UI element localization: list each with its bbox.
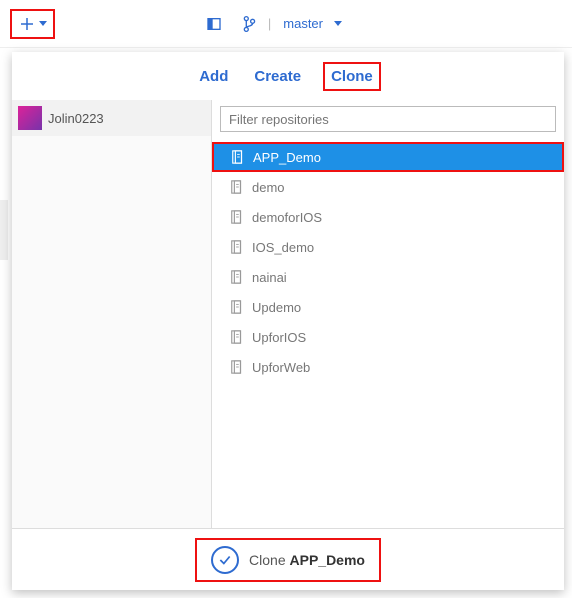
repos-column: APP_Demo demo demoforIOS IOS_demo nainai… — [212, 100, 564, 528]
repo-name: UpforWeb — [252, 360, 310, 375]
repo-name: demoforIOS — [252, 210, 322, 225]
repo-icon — [230, 210, 244, 224]
clone-confirm-label: Clone APP_Demo — [249, 552, 365, 568]
repo-icon — [230, 330, 244, 344]
branch-selector[interactable]: | master — [242, 15, 342, 33]
repo-name: demo — [252, 180, 285, 195]
repo-item[interactable]: IOS_demo — [212, 232, 564, 262]
repo-item[interactable]: UpforIOS — [212, 322, 564, 352]
separator: | — [268, 16, 271, 31]
repo-icon — [230, 300, 244, 314]
tab-clone[interactable]: Clone — [323, 62, 381, 91]
repo-icon — [230, 180, 244, 194]
check-circle-icon — [211, 546, 239, 574]
clone-dropdown-panel: Add Create Clone Jolin0223 APP_Demo demo… — [12, 52, 564, 590]
repo-name: nainai — [252, 270, 287, 285]
repo-name: UpforIOS — [252, 330, 306, 345]
top-toolbar: | master — [0, 0, 572, 48]
owner-item[interactable]: Jolin0223 — [12, 100, 211, 136]
background-strip — [0, 200, 8, 260]
repo-item[interactable]: demo — [212, 172, 564, 202]
owner-name: Jolin0223 — [48, 111, 104, 126]
panel-toggle-icon[interactable] — [206, 16, 222, 32]
repo-item[interactable]: UpforWeb — [212, 352, 564, 382]
repo-name: Updemo — [252, 300, 301, 315]
panel-footer: Clone APP_Demo — [12, 528, 564, 590]
tabs-row: Add Create Clone — [12, 52, 564, 100]
tab-create[interactable]: Create — [250, 62, 305, 91]
new-repo-dropdown-button[interactable] — [10, 9, 55, 39]
branch-icon — [242, 15, 256, 33]
avatar — [18, 106, 42, 130]
repo-name: IOS_demo — [252, 240, 314, 255]
repo-item[interactable]: nainai — [212, 262, 564, 292]
caret-down-icon — [334, 21, 342, 26]
repo-list: APP_Demo demo demoforIOS IOS_demo nainai… — [212, 136, 564, 528]
repo-item[interactable]: APP_Demo — [212, 142, 564, 172]
repo-icon — [230, 360, 244, 374]
repo-name: APP_Demo — [253, 150, 321, 165]
repo-item[interactable]: Updemo — [212, 292, 564, 322]
clone-confirm-button[interactable]: Clone APP_Demo — [195, 538, 381, 582]
panel-body: Jolin0223 APP_Demo demo demoforIOS IOS_d… — [12, 100, 564, 528]
repo-icon — [230, 240, 244, 254]
caret-down-icon — [39, 21, 47, 26]
branch-name: master — [283, 16, 323, 31]
repo-icon — [231, 150, 245, 164]
repo-icon — [230, 270, 244, 284]
filter-repositories-input[interactable] — [220, 106, 556, 132]
repo-item[interactable]: demoforIOS — [212, 202, 564, 232]
tab-add[interactable]: Add — [195, 62, 232, 91]
owners-column: Jolin0223 — [12, 100, 212, 528]
plus-icon — [18, 15, 36, 33]
